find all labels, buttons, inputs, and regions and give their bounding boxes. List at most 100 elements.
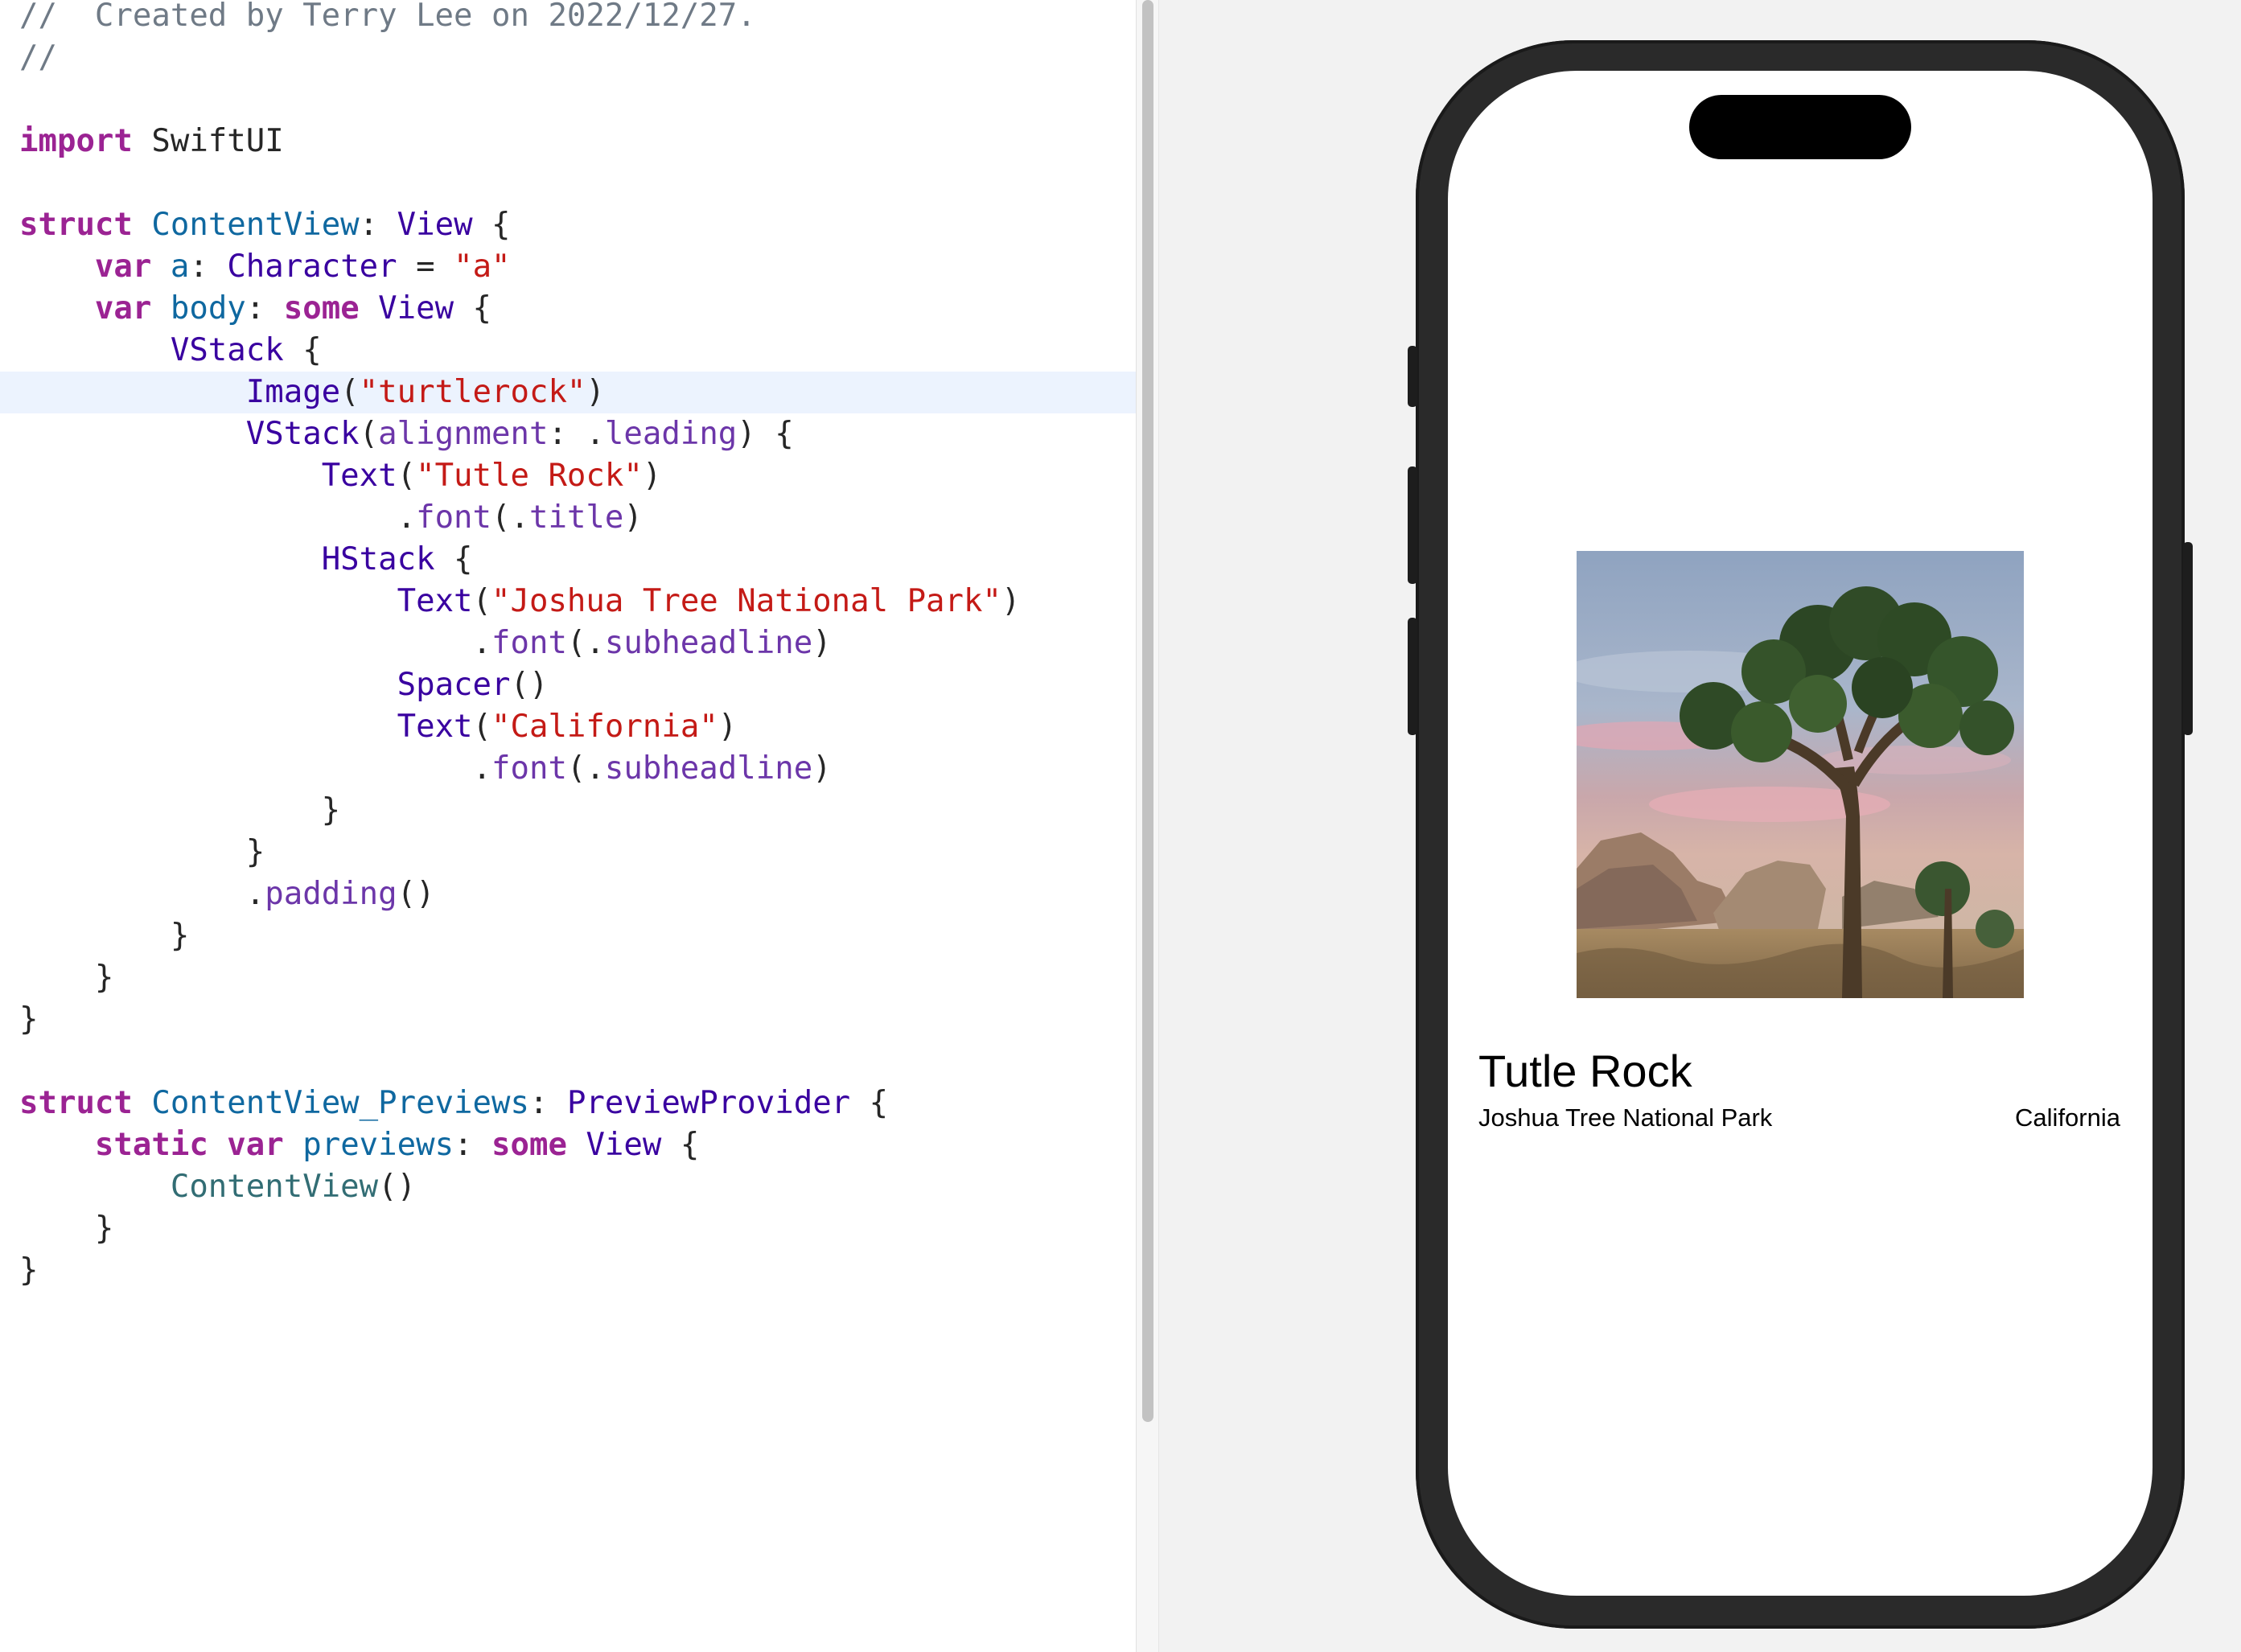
code-line[interactable]: import SwiftUI [0,121,1136,162]
code-token-plain: : [359,207,397,243]
code-line[interactable]: } [0,957,1136,999]
code-token-plain: { [454,290,492,327]
code-token-plain: ) [812,750,832,787]
code-editor[interactable]: // Created by Terry Lee on 2022/12/27. //… [0,0,1136,1652]
code-line[interactable]: .padding() [0,873,1136,915]
code-token-plain: : [245,290,284,327]
code-token-plain: ) [586,374,605,410]
code-token-member: font [416,499,492,536]
code-token-type: View [586,1127,662,1163]
code-token-member: subheadline [604,625,813,661]
code-line[interactable]: } [0,999,1136,1041]
code-token-keyword: struct [19,1085,133,1121]
code-token-type: VStack [245,416,360,452]
code-token-type: Character [227,249,397,285]
code-line[interactable] [0,79,1136,121]
code-token-string: "California" [491,709,718,745]
code-line[interactable]: Text("California") [0,706,1136,748]
code-line[interactable]: // Created by Terry Lee on 2022/12/27. [0,0,1136,37]
volume-up-button [1408,466,1417,584]
code-token-plain: : [454,1127,492,1163]
code-token-plain: ) [812,625,832,661]
code-token-plain: } [19,792,341,828]
volume-down-button [1408,618,1417,735]
code-token-type: VStack [170,332,284,368]
code-token-plain: { [434,541,473,577]
code-line[interactable]: var body: some View { [0,288,1136,330]
code-line[interactable]: .font(.subheadline) [0,748,1136,790]
code-token-typedecl: a [170,249,190,285]
code-token-member: padding [265,876,397,912]
code-token-plain: (. [566,750,605,787]
code-token-plain: (. [491,499,529,536]
code-token-keyword: some [491,1127,567,1163]
action-button [1408,346,1417,407]
dynamic-island [1689,95,1911,159]
code-token-plain: () [378,1169,417,1205]
code-line[interactable]: } [0,832,1136,873]
code-token-plain: . [19,625,491,661]
code-token-member: font [491,750,567,787]
code-line[interactable] [0,162,1136,204]
code-token-typedecl: previews [302,1127,454,1163]
code-token-keyword: import [19,123,133,159]
code-token-plain: { [850,1085,889,1121]
code-line[interactable]: } [0,1208,1136,1250]
code-token-plain: ( [397,458,417,494]
code-token-string: "a" [454,249,511,285]
code-line[interactable]: .font(.subheadline) [0,623,1136,664]
code-token-plain: . [19,876,265,912]
code-line[interactable]: static var previews: some View { [0,1124,1136,1166]
code-line[interactable]: VStack(alignment: .leading) { [0,413,1136,455]
code-line[interactable]: } [0,790,1136,832]
code-token-typedecl: ContentView [151,207,360,243]
code-line[interactable] [0,1041,1136,1083]
code-token-plain: SwiftUI [132,123,284,159]
editor-scrollbar-thumb[interactable] [1142,0,1153,1422]
code-line[interactable]: .font(.title) [0,497,1136,539]
code-line[interactable]: VStack { [0,330,1136,372]
code-token-string: "turtlerock" [359,374,586,410]
code-line[interactable]: // [0,37,1136,79]
code-line[interactable]: struct ContentView: View { [0,204,1136,246]
code-token-string: "Joshua Tree National Park" [491,583,1001,619]
code-line[interactable]: } [0,1250,1136,1292]
code-token-plain: ( [472,709,492,745]
code-token-plain: ) [1001,583,1021,619]
code-token-plain: : [189,249,228,285]
code-token-keyword: var [227,1127,284,1163]
code-token-plain: ) [642,458,662,494]
code-line[interactable]: Image("turtlerock") [0,372,1136,413]
code-token-type: View [378,290,454,327]
code-token-type: Image [245,374,341,410]
turtlerock-image [1577,551,2024,998]
code-token-member: font [491,625,567,661]
code-token-plain: ( [472,583,492,619]
code-token-plain: ) { [737,416,794,452]
code-token-plain: () [397,876,435,912]
code-token-plain: { [661,1127,700,1163]
code-line[interactable]: } [0,915,1136,957]
code-line[interactable]: struct ContentView_Previews: PreviewProv… [0,1083,1136,1124]
code-line[interactable]: Text("Joshua Tree National Park") [0,581,1136,623]
code-line[interactable]: HStack { [0,539,1136,581]
code-line[interactable]: Spacer() [0,664,1136,706]
code-token-type: Text [397,583,473,619]
code-line[interactable]: Text("Tutle Rock") [0,455,1136,497]
preview-title: Tutle Rock [1478,1046,1692,1096]
code-line[interactable]: ContentView() [0,1166,1136,1208]
code-line[interactable]: var a: Character = "a" [0,246,1136,288]
code-token-keyword: struct [19,207,133,243]
code-token-plain: : . [548,416,605,452]
code-token-func: ContentView [170,1169,379,1205]
